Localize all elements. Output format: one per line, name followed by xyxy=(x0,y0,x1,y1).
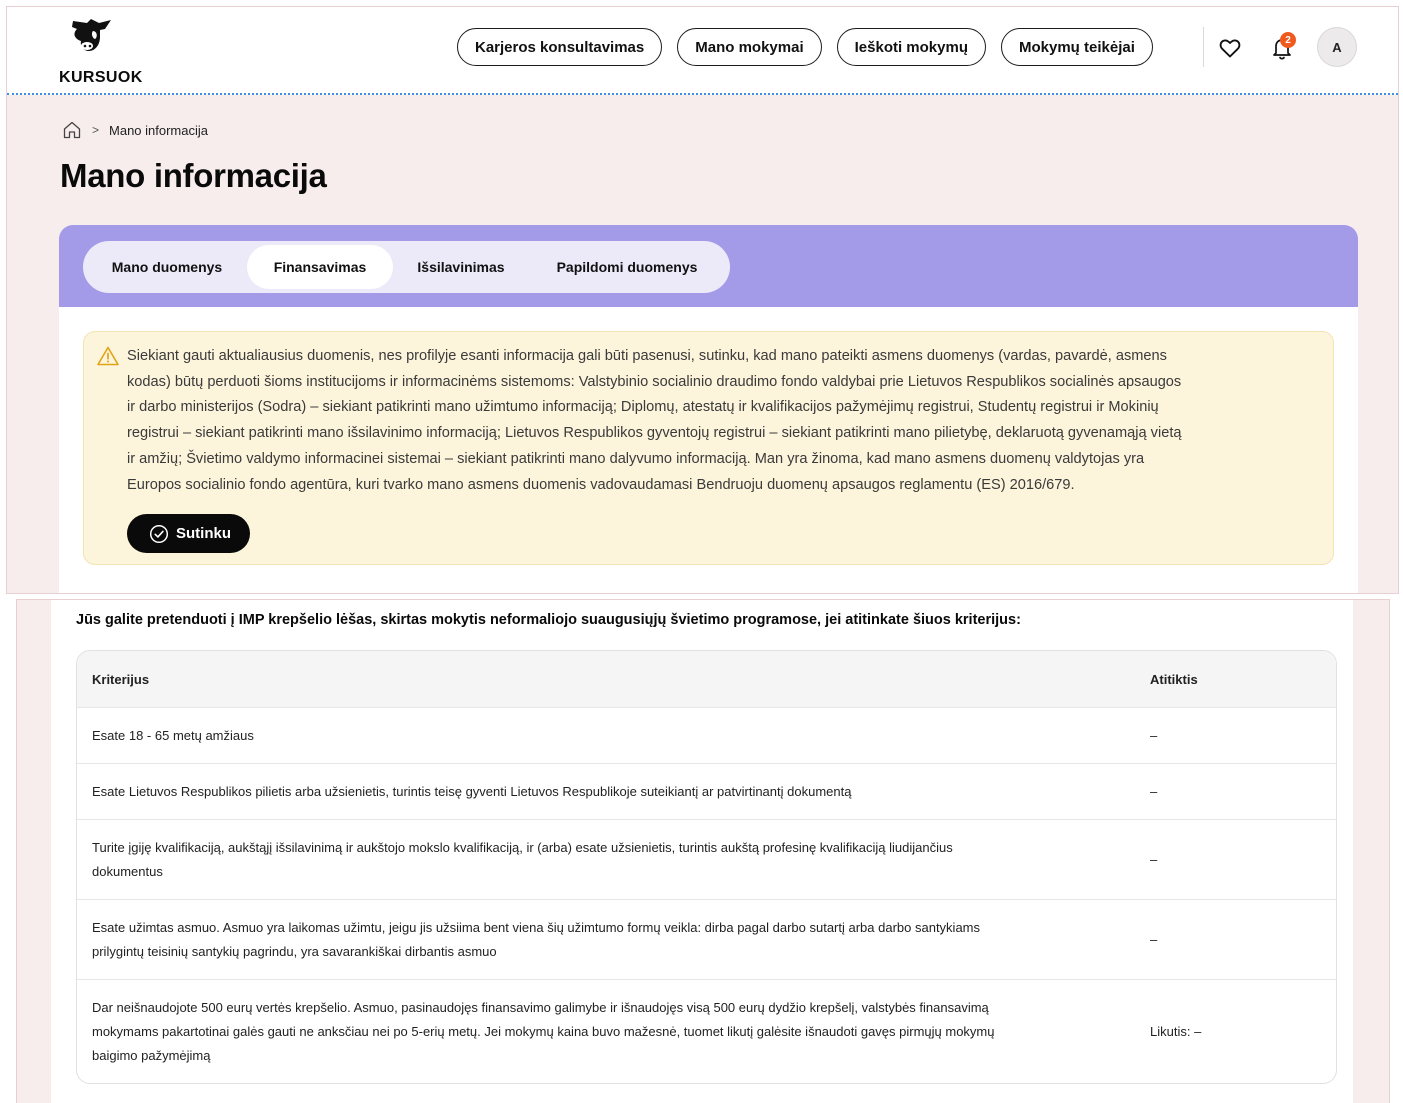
logo-text: KURSUOK xyxy=(59,69,143,86)
consent-line: registrui – siekiant patikrinti mano išs… xyxy=(127,425,1182,442)
bottom-panel: Jūs galite pretenduoti į IMP krepšelio l… xyxy=(16,599,1390,1103)
criterion-cell: Esate užimtas asmuo. Asmuo yra laikomas … xyxy=(77,916,1135,964)
tab-education[interactable]: Išsilavinimas xyxy=(393,245,529,289)
consent-line: Siekiant gauti aktualiausius duomenis, n… xyxy=(127,348,1167,364)
criterion-text: mokymams pakartotinai galės gauti ne ank… xyxy=(92,1023,995,1039)
criterion-text: dokumentus xyxy=(92,863,163,879)
main-nav: Karjeros konsultavimas Mano mokymai Iešk… xyxy=(457,28,1153,66)
criteria-title: Jūs galite pretenduoti į IMP krepšelio l… xyxy=(76,612,1021,628)
nav-divider xyxy=(1203,27,1204,67)
match-cell: – xyxy=(1150,931,1158,947)
match-cell: – xyxy=(1150,727,1158,743)
header-match: Atitiktis xyxy=(1150,671,1198,687)
nav-my-trainings[interactable]: Mano mokymai xyxy=(677,28,822,66)
tab-additional-data[interactable]: Papildomi duomenys xyxy=(529,245,725,289)
tab-financing[interactable]: Finansavimas xyxy=(247,245,393,289)
criteria-section: Jūs galite pretenduoti į IMP krepšelio l… xyxy=(51,600,1353,1103)
criterion-text: prilygintų teisinių santykių pagrindu, y… xyxy=(92,943,497,959)
top-panel: KURSUOK Karjeros konsultavimas Mano moky… xyxy=(6,6,1399,594)
criteria-table: Kriterijus Atitiktis Esate 18 - 65 metų … xyxy=(76,650,1337,1084)
page-title: Mano informacija xyxy=(60,157,327,194)
criterion-cell: Esate 18 - 65 metų amžiaus xyxy=(77,724,1135,748)
criterion-cell: Turite įgiję kvalifikaciją, aukštąjį išs… xyxy=(77,836,1135,884)
table-row: Turite įgiję kvalifikaciją, aukštąjį išs… xyxy=(77,819,1336,899)
tabs-bar: Mano duomenys Finansavimas Išsilavinimas… xyxy=(59,225,1358,307)
agree-button-label: Sutinku xyxy=(176,525,231,542)
tab-my-data[interactable]: Mano duomenys xyxy=(87,245,247,289)
criterion-text: Dar neišnaudojote 500 eurų vertės krepše… xyxy=(92,999,989,1015)
breadcrumb: > Mano informacija xyxy=(62,120,208,140)
criterion-text: Esate 18 - 65 metų amžiaus xyxy=(92,727,254,743)
match-cell: – xyxy=(1150,851,1158,867)
consent-line: ir amžių; Švietimo valdymo informacinei … xyxy=(127,450,1145,467)
user-avatar[interactable]: A xyxy=(1317,27,1357,67)
site-header: KURSUOK Karjeros konsultavimas Mano moky… xyxy=(7,7,1398,95)
table-header: Kriterijus Atitiktis xyxy=(77,651,1336,707)
site-logo[interactable]: KURSUOK xyxy=(59,17,149,87)
table-row: Esate 18 - 65 metų amžiaus – xyxy=(77,707,1336,763)
consent-notice: Siekiant gauti aktualiausius duomenis, n… xyxy=(83,331,1334,565)
nav-career-counseling[interactable]: Karjeros konsultavimas xyxy=(457,28,663,66)
nav-training-providers[interactable]: Mokymų teikėjai xyxy=(1001,28,1153,66)
criterion-cell: Esate Lietuvos Respublikos pilietis arba… xyxy=(77,780,1135,804)
criterion-text: Esate Lietuvos Respublikos pilietis arba… xyxy=(92,783,852,799)
consent-line: kodas) būtų perduoti šioms institucijoms… xyxy=(127,373,1182,390)
match-cell: Likutis: – xyxy=(1150,1023,1202,1039)
criterion-cell: Dar neišnaudojote 500 eurų vertės krepše… xyxy=(77,996,1135,1068)
header-criterion: Kriterijus xyxy=(92,671,150,687)
table-row: Esate užimtas asmuo. Asmuo yra laikomas … xyxy=(77,899,1336,979)
info-card: Mano duomenys Finansavimas Išsilavinimas… xyxy=(59,225,1358,593)
table-row: Esate Lietuvos Respublikos pilietis arba… xyxy=(77,763,1336,819)
consent-line: ir darbo ministerijos (Sodra) – siekiant… xyxy=(127,399,1159,416)
breadcrumb-separator: > xyxy=(92,123,100,137)
warning-icon xyxy=(97,346,119,366)
consent-text: Siekiant gauti aktualiausius duomenis, n… xyxy=(127,344,1323,498)
match-cell: – xyxy=(1150,783,1158,799)
breadcrumb-current: Mano informacija xyxy=(109,122,209,138)
heart-icon[interactable] xyxy=(1218,36,1242,60)
criterion-text: Esate užimtas asmuo. Asmuo yra laikomas … xyxy=(92,919,981,935)
cow-logo-icon xyxy=(72,19,111,51)
criterion-text: baigimo pažymėjimą xyxy=(92,1047,211,1063)
criterion-text: Turite įgiję kvalifikaciją, aukštąjį išs… xyxy=(92,839,953,855)
agree-button[interactable]: Sutinku xyxy=(127,514,250,553)
consent-line: Europos socialinio fondo agentūra, kuri … xyxy=(127,476,1075,493)
table-row: Dar neišnaudojote 500 eurų vertės krepše… xyxy=(77,979,1336,1083)
check-circle-icon xyxy=(149,524,169,543)
notification-badge: 2 xyxy=(1280,32,1296,48)
home-icon[interactable] xyxy=(62,120,82,140)
nav-search-trainings[interactable]: Ieškoti mokymų xyxy=(836,28,986,66)
tab-list: Mano duomenys Finansavimas Išsilavinimas… xyxy=(83,241,730,293)
